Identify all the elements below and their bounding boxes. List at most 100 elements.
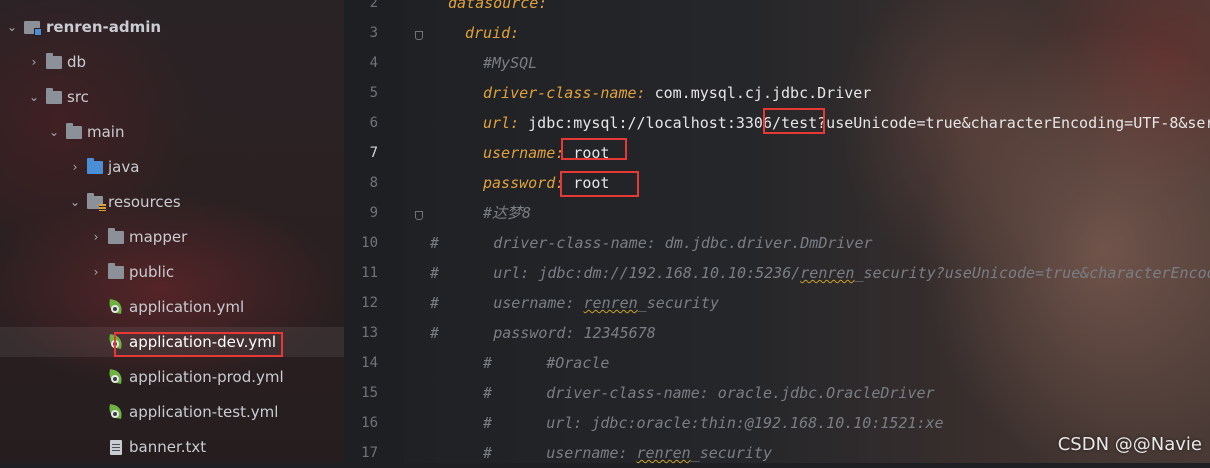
tree-item-label: public — [129, 263, 175, 281]
code-line[interactable]: # username: renren_security — [483, 438, 772, 468]
tree-item-label: db — [67, 53, 87, 71]
highlight-box-database-name — [763, 108, 825, 134]
tree-root-renren-admin[interactable]: ⌄ renren-admin — [4, 12, 161, 42]
line-number: 15 — [361, 385, 378, 401]
tree-item-src[interactable]: ⌄ src — [26, 82, 89, 112]
code-line[interactable]: # username: renren_security — [430, 288, 719, 318]
tree-item-application-yml[interactable]: application.yml — [108, 292, 244, 322]
line-number: 17 — [361, 445, 378, 461]
code-line[interactable]: # driver-class-name: dm.jdbc.driver.DmDr… — [430, 228, 873, 258]
tree-item-label: resources — [108, 193, 181, 211]
chevron-down-icon[interactable]: ⌄ — [67, 195, 83, 209]
code-line[interactable]: # #Oracle — [483, 348, 609, 378]
tree-item-resources[interactable]: ⌄ resources — [67, 187, 181, 217]
code-editor[interactable]: 2 3 4 5 6 7 8 9 10 11 12 13 14 15 16 17 datasource: druid… — [344, 0, 1210, 463]
yaml-key: url: — [483, 114, 520, 132]
tree-item-banner-txt[interactable]: banner.txt — [108, 432, 206, 462]
tree-item-main[interactable]: ⌄ main — [46, 117, 124, 147]
code-line[interactable]: #MySQL — [483, 48, 537, 78]
folder-icon — [46, 87, 62, 104]
resources-folder-icon — [87, 192, 106, 211]
tree-item-db[interactable]: › db — [26, 47, 86, 77]
chevron-down-icon[interactable]: ⌄ — [46, 125, 62, 139]
chevron-right-icon[interactable]: › — [88, 265, 104, 279]
highlight-box-username — [561, 138, 627, 160]
code-line[interactable]: # driver-class-name: oracle.jdbc.OracleD… — [483, 378, 935, 408]
tree-item-label: renren-admin — [46, 18, 162, 36]
chevron-right-icon[interactable]: › — [67, 160, 83, 174]
spring-config-icon — [108, 299, 124, 315]
folder-icon — [66, 122, 82, 139]
spring-config-icon — [108, 404, 124, 420]
yaml-key: password: — [483, 174, 565, 192]
yaml-comment: # driver-class-name: dm.jdbc.driver.DmDr… — [430, 234, 873, 252]
code-line[interactable]: url: jdbc:mysql://localhost:3306/test?us… — [483, 108, 1210, 138]
yaml-value: jdbc:mysql://localhost:3306/test?useUnic… — [519, 114, 1210, 132]
tree-item-java[interactable]: › java — [67, 152, 139, 182]
line-number: 12 — [361, 295, 378, 311]
yaml-comment: _security?useUnicode=true&characterEncod — [854, 264, 1210, 282]
tree-item-application-prod-yml[interactable]: application-prod.yml — [108, 362, 284, 392]
tree-item-label: mapper — [129, 228, 188, 246]
code-line[interactable]: # url: jdbc:dm://192.168.10.10:5236/renr… — [430, 258, 1210, 288]
yaml-comment: # url: jdbc:dm://192.168.10.10:5236/ — [430, 264, 801, 282]
yaml-comment: # url: jdbc:oracle:thin:@192.168.10.10:1… — [483, 414, 944, 432]
tree-item-mapper[interactable]: › mapper — [88, 222, 187, 252]
code-line[interactable]: #达梦8 — [483, 198, 531, 228]
yaml-comment: # username: — [483, 444, 637, 462]
tree-item-public[interactable]: › public — [88, 257, 174, 287]
line-number: 7 — [369, 145, 378, 161]
chevron-down-icon[interactable]: ⌄ — [26, 90, 42, 104]
yaml-comment: renren — [636, 444, 691, 462]
line-number: 13 — [361, 325, 378, 341]
yaml-value: com.mysql.cj.jdbc.Driver — [645, 84, 872, 102]
tree-item-label: main — [87, 123, 125, 141]
line-number: 11 — [361, 265, 378, 281]
yaml-comment: _security — [690, 444, 772, 462]
tree-item-label: banner.txt — [129, 438, 207, 456]
line-number: 9 — [369, 205, 378, 221]
tree-item-label: application-prod.yml — [129, 368, 284, 386]
chevron-right-icon[interactable]: › — [88, 230, 104, 244]
yaml-comment: # password: 12345678 — [430, 324, 656, 342]
text-file-icon — [110, 439, 122, 455]
folder-icon — [46, 52, 62, 69]
yaml-comment: #MySQL — [483, 54, 538, 72]
module-folder-icon — [24, 20, 42, 36]
chevron-right-icon[interactable]: › — [26, 55, 42, 69]
line-number: 16 — [361, 415, 378, 431]
project-tree-panel: ⌄ renren-admin › db ⌄ src ⌄ main › java … — [0, 0, 344, 463]
line-number: 8 — [369, 175, 378, 191]
yaml-key: druid: — [465, 24, 520, 42]
yaml-key: username: — [483, 144, 565, 162]
line-number: 3 — [369, 25, 378, 41]
yaml-comment: #达梦8 — [483, 204, 532, 222]
code-line[interactable]: # url: jdbc:oracle:thin:@192.168.10.10:1… — [483, 408, 944, 438]
yaml-comment: renren — [800, 264, 855, 282]
line-number: 14 — [361, 355, 378, 371]
code-line[interactable]: druid: — [465, 18, 519, 48]
tree-item-label: src — [67, 88, 89, 106]
tree-item-label: application-test.yml — [129, 403, 279, 421]
fold-marker-icon[interactable] — [415, 31, 423, 40]
code-line[interactable]: datasource: — [448, 0, 547, 18]
line-number: 5 — [369, 85, 378, 101]
code-line[interactable]: # password: 12345678 — [430, 318, 656, 348]
spring-config-icon — [108, 369, 124, 385]
highlight-box-application-dev — [114, 332, 283, 357]
line-number: 2 — [369, 0, 378, 11]
yaml-comment: # #Oracle — [483, 354, 610, 372]
chevron-down-icon[interactable]: ⌄ — [4, 20, 20, 34]
tree-item-label: application.yml — [129, 298, 245, 316]
line-number: 4 — [369, 55, 378, 71]
yaml-comment: renren — [583, 294, 638, 312]
folder-icon — [108, 262, 124, 279]
tree-item-application-test-yml[interactable]: application-test.yml — [108, 397, 278, 427]
line-number: 6 — [369, 115, 378, 131]
code-line[interactable]: driver-class-name: com.mysql.cj.jdbc.Dri… — [483, 78, 871, 108]
watermark-text: CSDN @@Navie — [1057, 434, 1202, 455]
tree-item-label: java — [108, 158, 140, 176]
fold-marker-icon[interactable] — [415, 211, 423, 220]
yaml-comment: # username: — [430, 294, 584, 312]
yaml-comment: # driver-class-name: oracle.jdbc.OracleD… — [483, 384, 935, 402]
